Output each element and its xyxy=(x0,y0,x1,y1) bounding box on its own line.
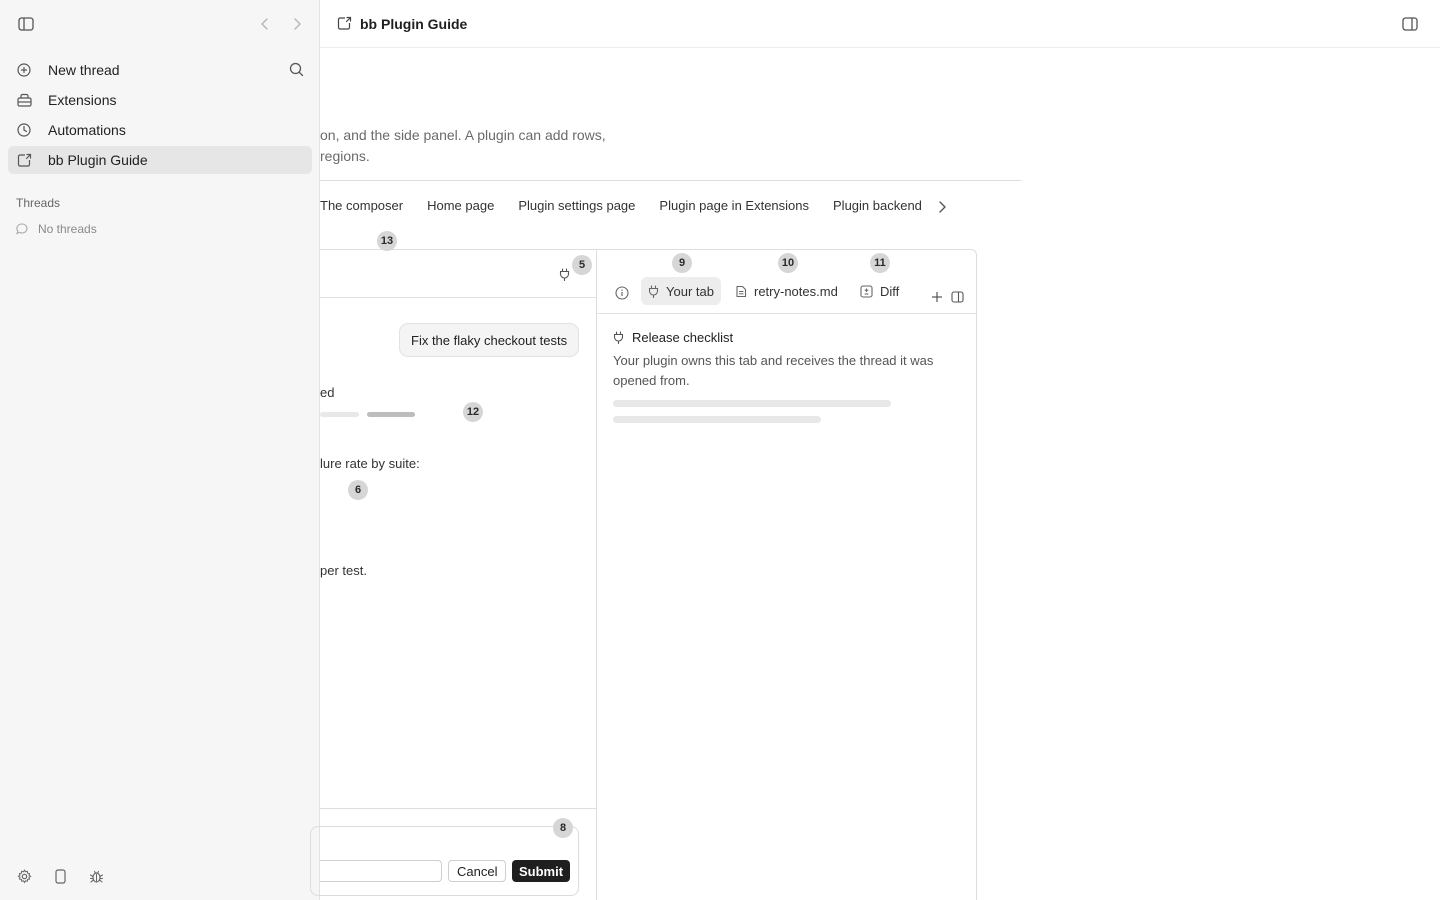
tab-label: retry-notes.md xyxy=(754,283,838,299)
assistant-text: ed xyxy=(320,385,335,400)
plugin-page-icon xyxy=(16,152,32,168)
diff-icon xyxy=(860,284,873,298)
thread-preview-pane: Fix the flaky checkout tests ed lure rat… xyxy=(310,250,597,900)
tab-content-title: Release checklist xyxy=(613,330,733,345)
sidebar-top-bar xyxy=(0,0,320,48)
annotation-badge-6: 6 xyxy=(348,480,368,500)
split-view-icon[interactable] xyxy=(951,291,964,303)
description-line: on, and the side panel. A plugin can add… xyxy=(320,127,606,143)
sidebar-item-extensions[interactable]: Extensions xyxy=(8,86,312,114)
progress-placeholder xyxy=(367,412,415,417)
divider xyxy=(320,180,1021,181)
page-description: on, and the side panel. A plugin can add… xyxy=(320,125,1020,167)
plug-icon[interactable] xyxy=(559,268,570,281)
description-line: regions. xyxy=(320,148,370,164)
tab-your-tab[interactable]: Your tab xyxy=(641,277,721,305)
chat-bubble-icon xyxy=(16,223,28,235)
sidebar: New thread Extensions Automations bb Plu… xyxy=(0,0,320,900)
sidebar-item-label: Automations xyxy=(48,122,126,138)
thread-preview-header xyxy=(320,250,596,298)
cancel-button[interactable]: Cancel xyxy=(448,860,507,882)
file-icon xyxy=(735,285,747,298)
tab-home-page[interactable]: Home page xyxy=(427,198,494,213)
settings-gear-icon[interactable] xyxy=(16,868,32,884)
chevron-right-icon[interactable] xyxy=(936,200,948,214)
sidebar-item-new-thread[interactable]: New thread xyxy=(8,56,312,84)
annotation-badge-11: 11 xyxy=(870,253,890,273)
sidebar-footer xyxy=(16,868,124,884)
sidebar-item-automations[interactable]: Automations xyxy=(8,116,312,144)
tab-the-composer[interactable]: The composer xyxy=(320,198,403,213)
forward-arrow-icon[interactable] xyxy=(291,17,303,31)
tab-retry-notes[interactable]: retry-notes.md xyxy=(728,277,845,305)
add-tab-icon[interactable] xyxy=(931,291,943,303)
composer-input[interactable] xyxy=(320,860,442,882)
tab-plugin-settings-page[interactable]: Plugin settings page xyxy=(518,198,635,213)
info-icon[interactable] xyxy=(615,286,629,300)
page-header: bb Plugin Guide xyxy=(320,0,1440,48)
clock-icon xyxy=(16,122,32,138)
plug-icon xyxy=(613,331,624,344)
tab-label: Diff xyxy=(880,283,900,299)
annotation-badge-13: 13 xyxy=(377,231,397,251)
submit-button[interactable]: Submit xyxy=(512,860,571,882)
annotation-badge-12: 12 xyxy=(463,402,483,422)
side-panel: Your tab retry-notes.md Diff Release che… xyxy=(597,250,976,900)
bug-icon[interactable] xyxy=(88,868,104,884)
annotation-badge-5: 5 xyxy=(572,255,592,275)
annotation-badge-8: 8 xyxy=(553,818,573,838)
extensions-icon xyxy=(16,92,32,108)
sidebar-item-label: New thread xyxy=(48,62,120,78)
section-tabs: The composer Home page Plugin settings p… xyxy=(320,198,946,213)
tab-diff[interactable]: Diff xyxy=(853,277,906,305)
annotation-badge-10: 10 xyxy=(778,253,798,273)
mobile-device-icon[interactable] xyxy=(52,868,68,884)
annotation-badge-9: 9 xyxy=(672,253,692,273)
skeleton-line xyxy=(613,416,821,423)
assistant-text: lure rate by suite: xyxy=(320,456,420,471)
tab-label: Your tab xyxy=(666,283,714,299)
tab-content-title-label: Release checklist xyxy=(632,330,734,345)
sidebar-item-label: bb Plugin Guide xyxy=(48,152,148,168)
sidebar-toggle-icon[interactable] xyxy=(18,17,34,31)
back-arrow-icon[interactable] xyxy=(259,17,271,31)
sidebar-nav: New thread Extensions Automations bb Plu… xyxy=(8,56,312,176)
sidebar-item-bb-plugin-guide[interactable]: bb Plugin Guide xyxy=(8,146,312,174)
no-threads-row: No threads xyxy=(16,222,97,236)
assistant-text: per test. xyxy=(320,563,367,578)
side-panel-toggle-icon[interactable] xyxy=(1402,17,1418,31)
preview-frame: Fix the flaky checkout tests ed lure rat… xyxy=(310,249,977,900)
tab-content-text: Your plugin owns this tab and receives t… xyxy=(613,353,934,388)
page-title: bb Plugin Guide xyxy=(360,16,468,32)
composer-divider xyxy=(320,808,596,809)
no-threads-label: No threads xyxy=(38,222,97,236)
progress-placeholder xyxy=(320,412,359,417)
plugin-page-icon xyxy=(337,16,352,31)
sidebar-item-label: Extensions xyxy=(48,92,117,108)
user-message-bubble: Fix the flaky checkout tests xyxy=(399,323,580,357)
plus-circle-icon xyxy=(16,62,32,78)
threads-heading: Threads xyxy=(16,196,61,210)
search-icon[interactable] xyxy=(289,62,304,77)
plug-icon xyxy=(648,284,659,298)
tab-plugin-backend[interactable]: Plugin backend xyxy=(833,198,922,213)
skeleton-line xyxy=(613,400,891,407)
tab-plugin-page-in-extensions[interactable]: Plugin page in Extensions xyxy=(659,198,809,213)
